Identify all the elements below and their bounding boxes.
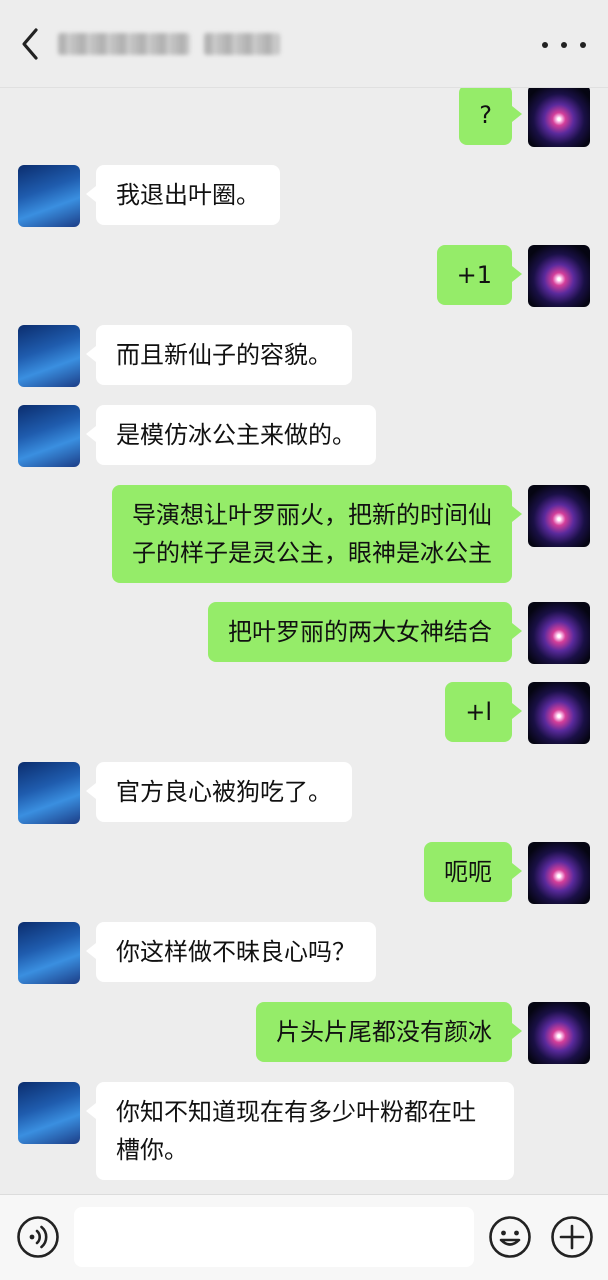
message-bubble-self[interactable]: 导演想让叶罗丽火，把新的时间仙 子的样子是灵公主，眼神是冰公主 xyxy=(112,485,522,583)
princess-avatar[interactable] xyxy=(18,922,80,984)
message-bubble-self[interactable]: +1 xyxy=(436,245,523,305)
princess-avatar[interactable] xyxy=(18,405,80,467)
message-input[interactable] xyxy=(74,1207,474,1267)
emoji-icon xyxy=(489,1216,531,1258)
message-bubble-contact[interactable]: 你这样做不昧良心吗？ xyxy=(86,922,376,982)
plus-icon xyxy=(551,1216,593,1258)
more-dots-icon xyxy=(542,42,548,48)
message-bubble-self[interactable]: ? xyxy=(459,88,522,145)
voice-button[interactable] xyxy=(16,1215,60,1259)
more-options-button[interactable] xyxy=(542,30,586,60)
princess-avatar[interactable] xyxy=(18,762,80,824)
input-bar xyxy=(0,1194,608,1280)
princess-avatar[interactable] xyxy=(18,325,80,387)
message-bubble-contact[interactable]: 我退出叶圈。 xyxy=(86,165,280,225)
galaxy-avatar[interactable] xyxy=(528,245,590,307)
chat-title xyxy=(58,30,280,58)
message-bubble-contact[interactable]: 你知不知道现在有多少叶粉都在吐 槽你。 xyxy=(86,1082,514,1180)
message-line: 导演想让叶罗丽火，把新的时间仙 xyxy=(132,501,492,529)
message-line: 槽你。 xyxy=(116,1136,188,1164)
voice-icon xyxy=(17,1216,59,1258)
galaxy-avatar[interactable] xyxy=(528,602,590,664)
message-bubble-contact[interactable]: 是模仿冰公主来做的。 xyxy=(86,405,376,465)
message-line: 子的样子是灵公主，眼神是冰公主 xyxy=(132,539,492,567)
message-bubble-self[interactable]: +l xyxy=(445,682,522,742)
galaxy-avatar[interactable] xyxy=(528,88,590,147)
galaxy-avatar[interactable] xyxy=(528,485,590,547)
message-line: 你知不知道现在有多少叶粉都在吐 xyxy=(116,1098,476,1126)
chevron-left-icon xyxy=(22,28,38,60)
princess-avatar[interactable] xyxy=(18,1082,80,1144)
galaxy-avatar[interactable] xyxy=(528,1002,590,1064)
message-list[interactable]: ? 我退出叶圈。 +1 而且新仙子的容貌。 是模仿冰公主来做的。 导演想让叶罗丽… xyxy=(0,88,608,1194)
message-bubble-contact[interactable]: 而且新仙子的容貌。 xyxy=(86,325,352,385)
message-bubble-contact[interactable]: 官方良心被狗吃了。 xyxy=(86,762,352,822)
message-bubble-self[interactable]: 把叶罗丽的两大女神结合 xyxy=(208,602,522,662)
galaxy-avatar[interactable] xyxy=(528,842,590,904)
galaxy-avatar[interactable] xyxy=(528,682,590,744)
chat-header xyxy=(0,0,608,88)
message-bubble-self[interactable]: 片头片尾都没有颜冰 xyxy=(256,1002,522,1062)
message-bubble-self[interactable]: 呃呃 xyxy=(424,842,522,902)
emoji-button[interactable] xyxy=(488,1215,532,1259)
back-button[interactable] xyxy=(16,26,46,62)
princess-avatar[interactable] xyxy=(18,165,80,227)
more-functions-button[interactable] xyxy=(550,1215,594,1259)
